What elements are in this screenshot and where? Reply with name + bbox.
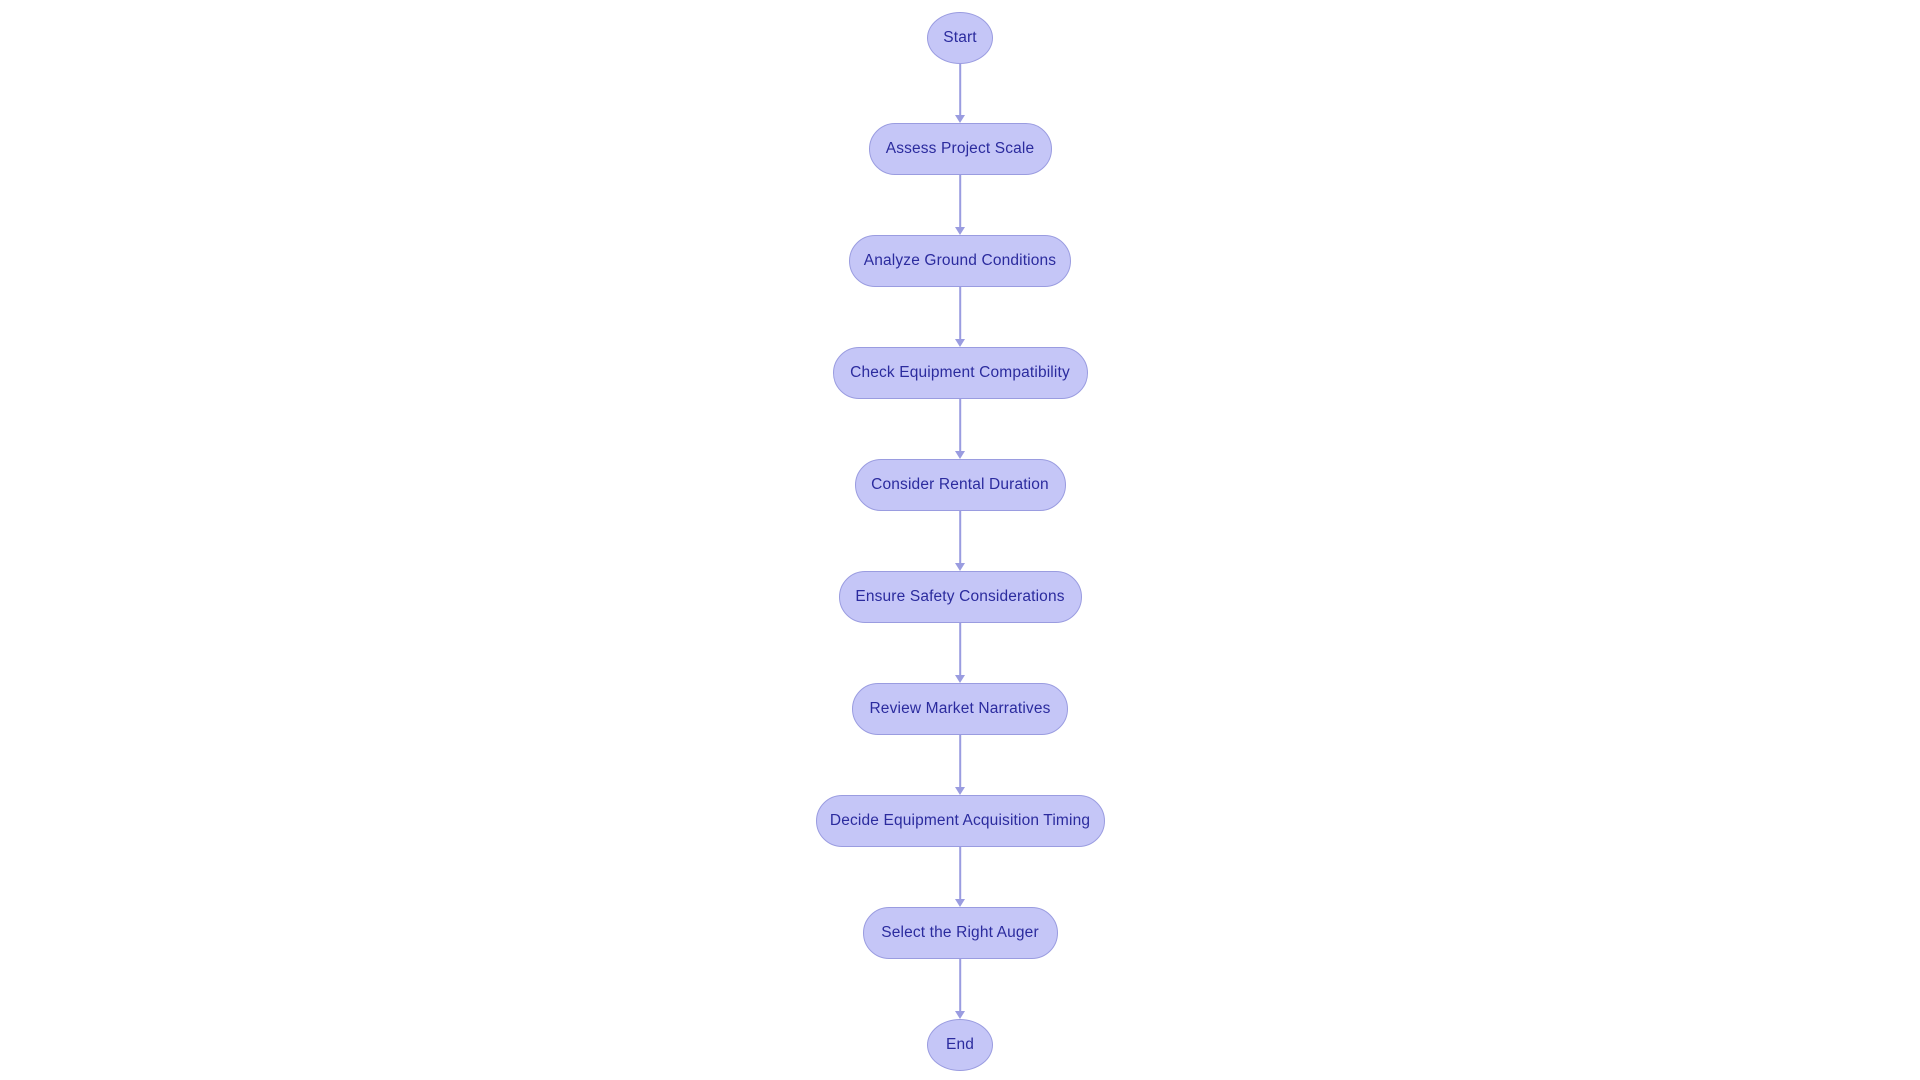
- flow-edge-market-to-timing: [955, 735, 965, 795]
- edge-line: [959, 64, 961, 115]
- edge-line: [959, 847, 961, 899]
- flow-node-label: Consider Rental Duration: [871, 476, 1049, 494]
- down-arrow-icon: [955, 563, 965, 571]
- flow-node-market[interactable]: Review Market Narratives: [852, 683, 1068, 735]
- flow-node-label: Analyze Ground Conditions: [863, 252, 1057, 270]
- down-arrow-icon: [955, 1011, 965, 1019]
- edge-line: [959, 623, 961, 675]
- down-arrow-icon: [955, 899, 965, 907]
- flow-edge-safety-to-market: [955, 623, 965, 683]
- flow-node-label: End: [945, 1036, 975, 1054]
- flow-edge-select-to-end: [955, 959, 965, 1019]
- flow-node-label: Decide Equipment Acquisition Timing: [829, 812, 1091, 830]
- flow-node-timing[interactable]: Decide Equipment Acquisition Timing: [815, 795, 1105, 847]
- flow-node-start[interactable]: Start: [927, 12, 993, 64]
- flow-node-select[interactable]: Select the Right Auger: [862, 907, 1058, 959]
- down-arrow-icon: [955, 339, 965, 347]
- flow-node-end[interactable]: End: [927, 1019, 993, 1071]
- flow-node-label: Select the Right Auger: [881, 924, 1039, 942]
- flow-edge-rental-to-safety: [955, 511, 965, 571]
- flow-node-label: Check Equipment Compatibility: [850, 364, 1070, 382]
- flow-node-label: Start: [943, 29, 977, 47]
- flow-edge-ground-to-compat: [955, 287, 965, 347]
- down-arrow-icon: [955, 115, 965, 123]
- flow-node-ground[interactable]: Analyze Ground Conditions: [849, 235, 1071, 287]
- edge-line: [959, 735, 961, 787]
- flowchart-node-column: Start Assess Project Scale Analyze Ground …: [0, 0, 1920, 1080]
- flow-edge-scale-to-ground: [955, 175, 965, 235]
- down-arrow-icon: [955, 787, 965, 795]
- down-arrow-icon: [955, 675, 965, 683]
- edge-line: [959, 287, 961, 339]
- flow-node-rental[interactable]: Consider Rental Duration: [854, 459, 1066, 511]
- edge-line: [959, 399, 961, 451]
- edge-line: [959, 175, 961, 227]
- flow-edge-start-to-scale: [955, 64, 965, 123]
- flow-node-label: Assess Project Scale: [885, 140, 1035, 158]
- flow-node-label: Ensure Safety Considerations: [855, 588, 1065, 606]
- edge-line: [959, 511, 961, 563]
- down-arrow-icon: [955, 227, 965, 235]
- flow-node-label: Review Market Narratives: [869, 700, 1051, 718]
- flow-edge-compat-to-rental: [955, 399, 965, 459]
- flow-node-safety[interactable]: Ensure Safety Considerations: [838, 571, 1082, 623]
- down-arrow-icon: [955, 451, 965, 459]
- flow-edge-timing-to-select: [955, 847, 965, 907]
- flowchart-canvas: Start Assess Project Scale Analyze Ground …: [0, 0, 1920, 1080]
- flow-node-compat[interactable]: Check Equipment Compatibility: [832, 347, 1088, 399]
- edge-line: [959, 959, 961, 1011]
- flow-node-scale[interactable]: Assess Project Scale: [868, 123, 1052, 175]
